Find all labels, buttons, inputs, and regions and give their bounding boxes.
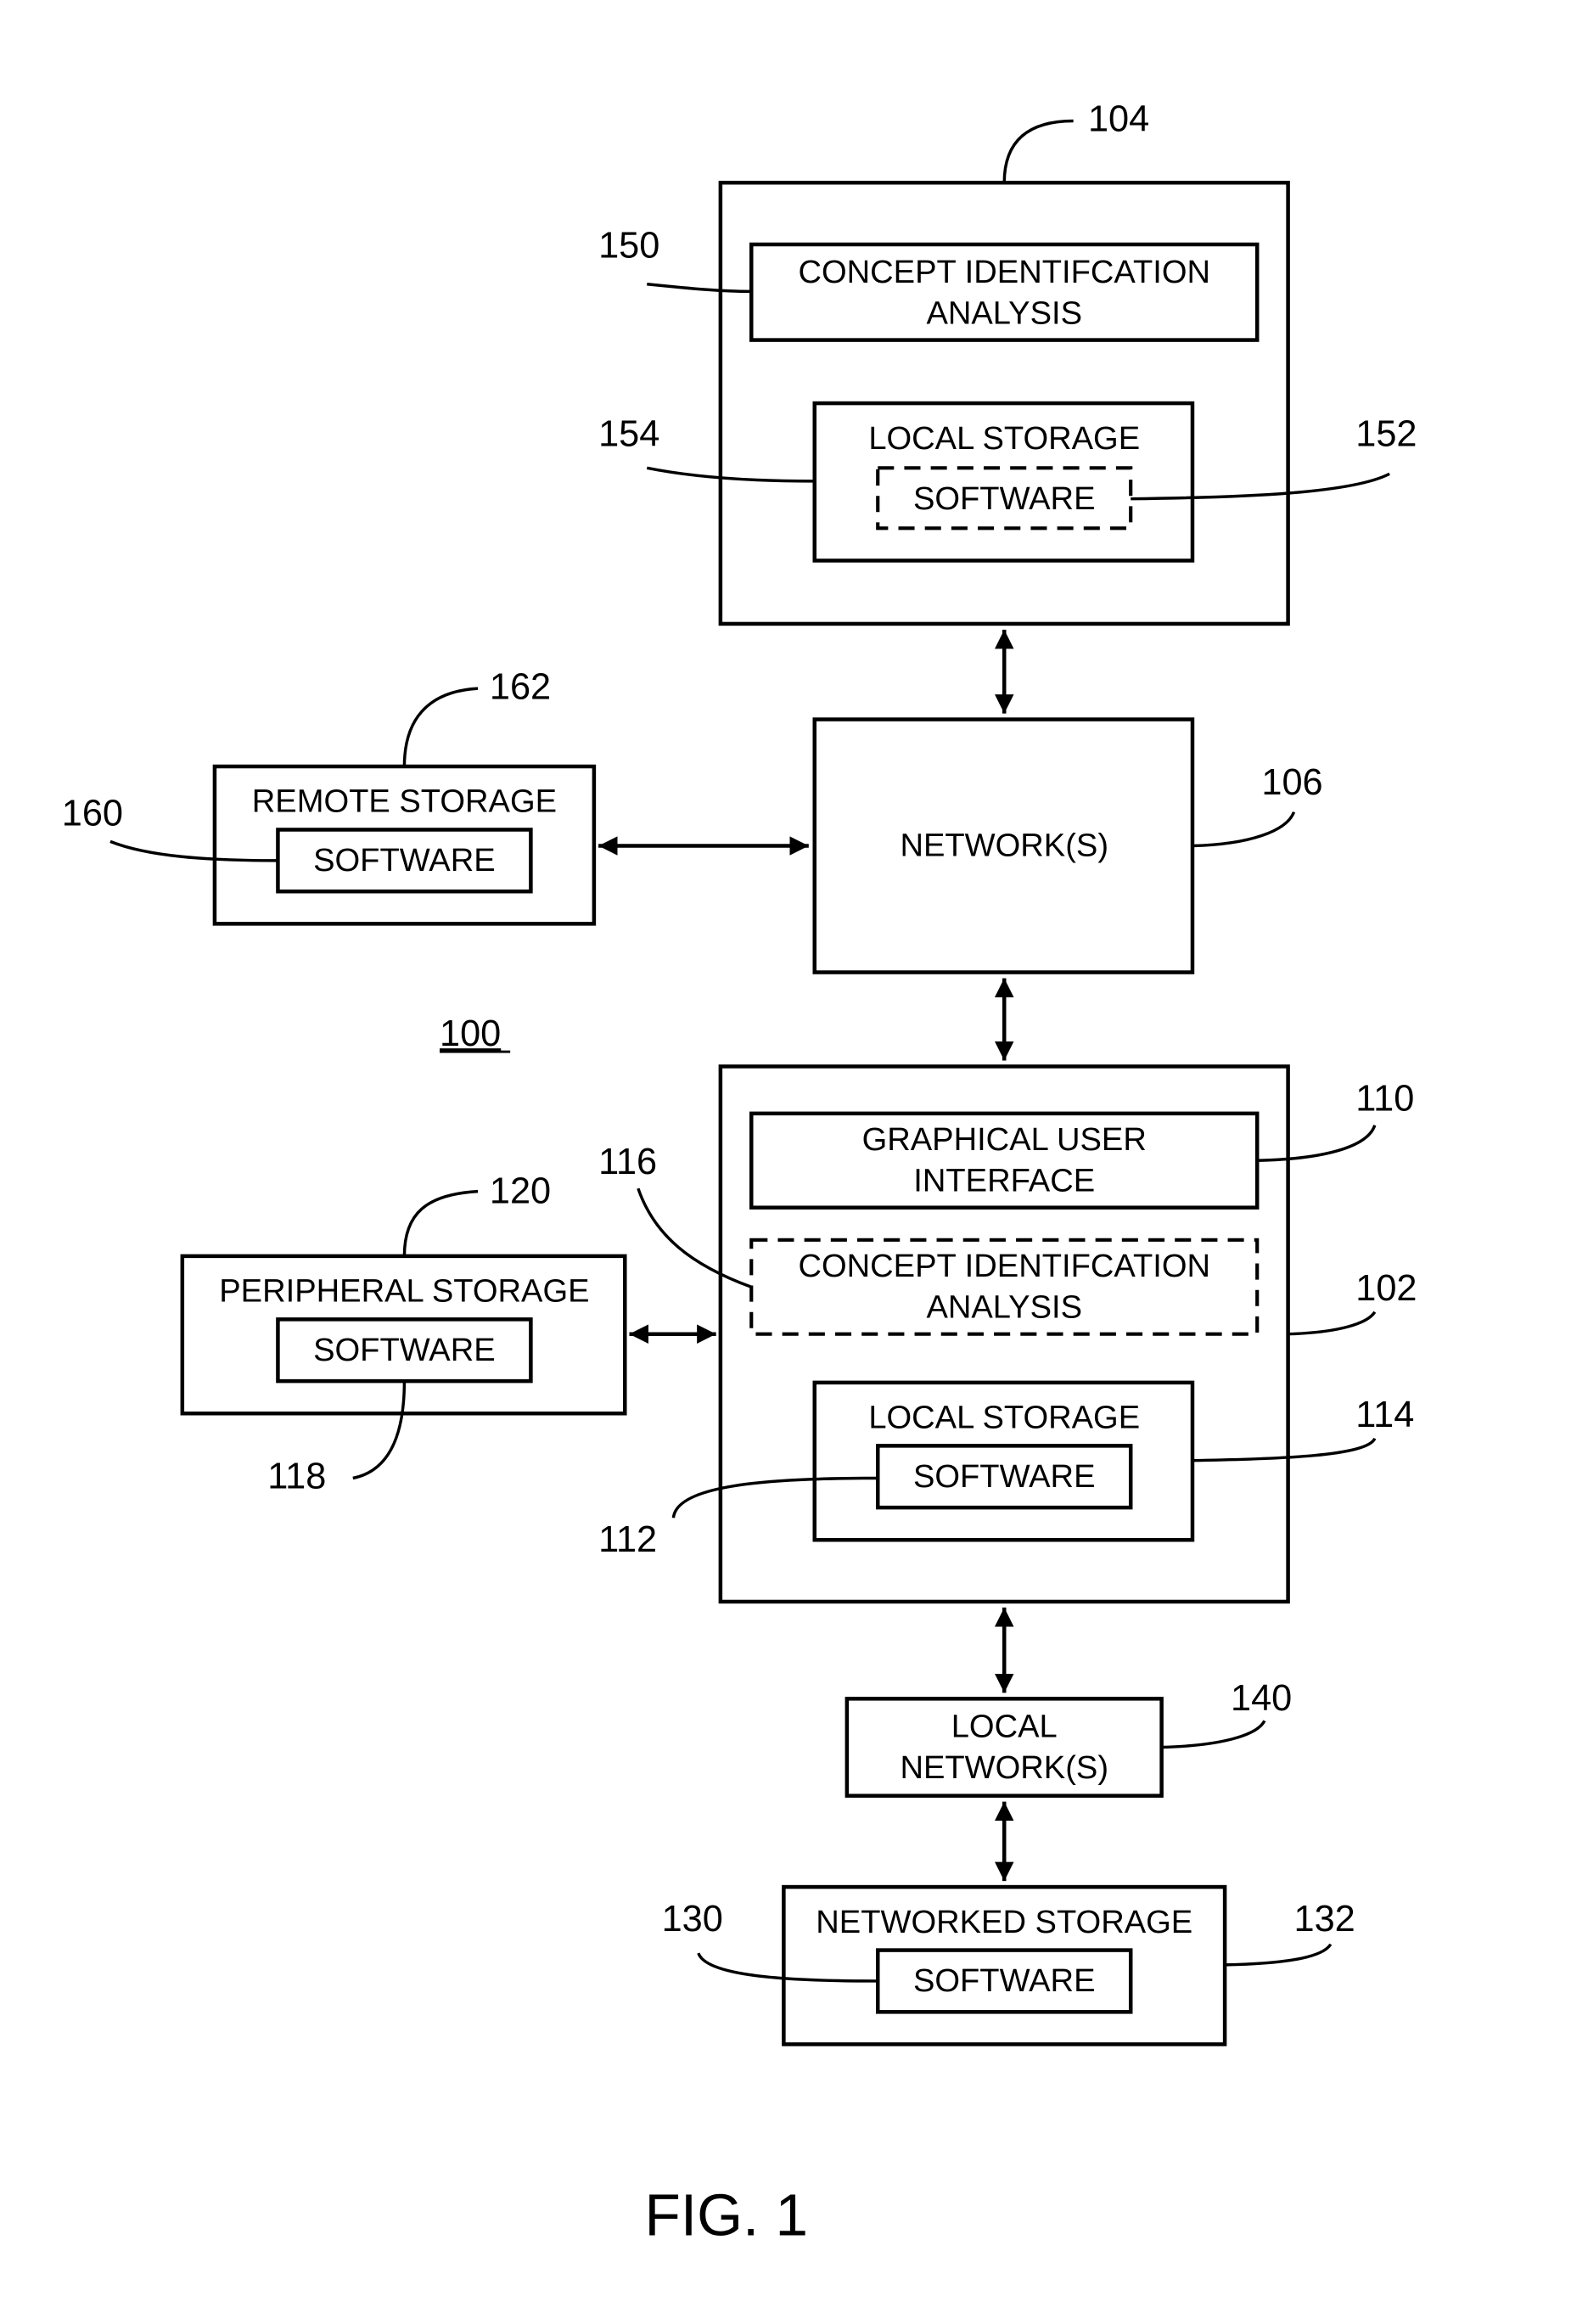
gui-line1: GRAPHICAL USER [862, 1122, 1147, 1158]
ref-116: 116 [598, 1142, 657, 1182]
ref-150: 150 [598, 226, 659, 267]
system-diagram: CONCEPT IDENTIFCATION ANALYSIS LOCAL STO… [62, 99, 1417, 2248]
ref-162: 162 [490, 666, 551, 707]
leader-162 [402, 687, 479, 766]
remote-storage-label: REMOTE STORAGE [252, 784, 557, 820]
figure-caption: FIG. 1 [645, 2182, 808, 2248]
ref-152: 152 [1355, 413, 1417, 454]
local-network-line1: LOCAL [951, 1709, 1058, 1744]
server-104: CONCEPT IDENTIFCATION ANALYSIS LOCAL STO… [718, 180, 1290, 626]
leader-140 [1161, 1720, 1266, 1749]
ref-160: 160 [62, 793, 123, 834]
ref-114: 114 [1355, 1395, 1414, 1435]
client-102: GRAPHICAL USER INTERFACE CONCEPT IDENTIF… [718, 1064, 1290, 1604]
leader-104 [1002, 119, 1074, 183]
peripheral-software-label: SOFTWARE [313, 1333, 496, 1368]
ref-102: 102 [1355, 1268, 1417, 1309]
server-analysis-line1: CONCEPT IDENTIFCATION [798, 255, 1210, 290]
ref-112: 112 [598, 1519, 657, 1560]
networked-storage-label: NETWORKED STORAGE [816, 1905, 1192, 1940]
leader-102 [1288, 1311, 1377, 1336]
ref-154: 154 [598, 413, 659, 454]
ref-106: 106 [1261, 762, 1322, 803]
ref-118: 118 [267, 1457, 326, 1497]
client-software-label: SOFTWARE [913, 1459, 1096, 1495]
ref-100: 100 [440, 1013, 501, 1054]
leader-106 [1192, 811, 1296, 848]
remote-software-label: SOFTWARE [313, 843, 496, 879]
server-local-storage-label: LOCAL STORAGE [868, 421, 1140, 457]
client-local-storage-label: LOCAL STORAGE [868, 1401, 1140, 1436]
network-label: NETWORK(S) [900, 828, 1108, 864]
ref-130: 130 [662, 1899, 723, 1939]
server-analysis-line2: ANALYSIS [926, 296, 1082, 332]
ref-120: 120 [490, 1171, 551, 1212]
networked-software-label: SOFTWARE [913, 1963, 1096, 1999]
ref-104: 104 [1088, 99, 1149, 140]
client-analysis-line2: ANALYSIS [926, 1290, 1082, 1326]
gui-line2: INTERFACE [913, 1164, 1095, 1199]
leader-120 [402, 1189, 479, 1256]
ref-140: 140 [1231, 1678, 1292, 1719]
ref-132: 132 [1294, 1899, 1355, 1939]
client-analysis-line1: CONCEPT IDENTIFCATION [798, 1249, 1210, 1284]
peripheral-storage-label: PERIPHERAL STORAGE [219, 1274, 589, 1310]
local-network-line2: NETWORK(S) [900, 1750, 1108, 1786]
server-software-label: SOFTWARE [913, 481, 1096, 517]
leader-132 [1225, 1943, 1333, 1967]
ref-110: 110 [1355, 1078, 1414, 1119]
